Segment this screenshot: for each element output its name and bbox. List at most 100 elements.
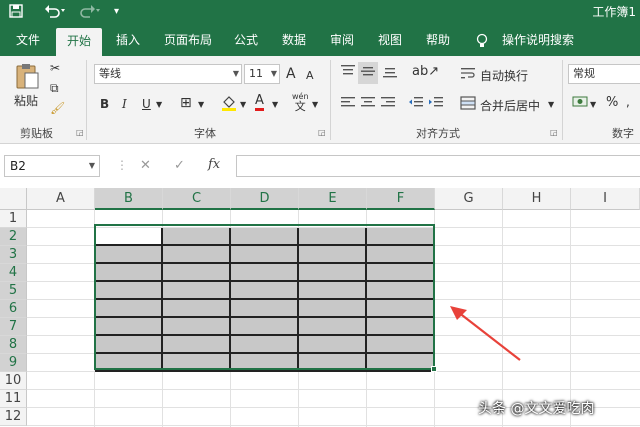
row-header-3[interactable]: 3 — [0, 246, 27, 264]
worksheet-grid[interactable]: A B C D E F G H I 1 2 3 4 5 6 7 8 9 10 1… — [0, 188, 640, 427]
column-header-e[interactable]: E — [299, 188, 367, 210]
enter-icon[interactable]: ✓ — [174, 158, 185, 173]
tab-formulas[interactable]: 公式 — [226, 24, 266, 56]
column-header-i[interactable]: I — [571, 188, 640, 210]
chevron-down-icon: ▼ — [88, 161, 95, 170]
format-painter-icon[interactable]: 🖌 — [50, 100, 65, 116]
row-header-8[interactable]: 8 — [0, 336, 27, 354]
chevron-down-icon[interactable]: ▼ — [198, 97, 204, 113]
chevron-down-icon[interactable]: ▼ — [272, 97, 278, 113]
column-header-b[interactable]: B — [95, 188, 163, 210]
group-divider — [562, 60, 563, 140]
formula-input[interactable] — [236, 155, 640, 177]
tell-me-search[interactable]: 操作说明搜索 — [498, 24, 578, 56]
comma-style-icon[interactable]: , — [626, 94, 630, 110]
font-size-combo[interactable]: 11 ▼ — [244, 64, 280, 84]
tab-insert[interactable]: 插入 — [108, 24, 148, 56]
orientation-icon[interactable]: ab↗ — [412, 64, 439, 80]
clipboard-launcher-icon[interactable]: ◲ — [76, 128, 84, 137]
font-launcher-icon[interactable]: ◲ — [318, 128, 326, 137]
undo-icon[interactable] — [44, 3, 66, 25]
phonetic-guide-icon[interactable]: wén 文 — [292, 92, 309, 113]
row-header-7[interactable]: 7 — [0, 318, 27, 336]
redo-icon[interactable] — [78, 3, 100, 25]
align-middle-icon[interactable] — [358, 62, 378, 84]
fill-handle[interactable] — [431, 366, 437, 372]
column-header-g[interactable]: G — [435, 188, 503, 210]
alignment-launcher-icon[interactable]: ◲ — [550, 128, 558, 137]
decrease-indent-icon[interactable] — [408, 96, 424, 114]
tab-page-layout[interactable]: 页面布局 — [158, 24, 218, 56]
chevron-down-icon[interactable]: ▼ — [240, 97, 246, 113]
merge-center-icon[interactable] — [460, 96, 476, 114]
tab-file[interactable]: 文件 — [6, 24, 50, 56]
underline-button[interactable]: U — [142, 96, 151, 112]
group-divider — [330, 60, 331, 140]
more-options-icon: ⋮ — [116, 158, 128, 172]
font-color-icon[interactable]: A — [255, 94, 264, 111]
clipboard-group-label: 剪贴板 — [20, 127, 53, 140]
tab-view[interactable]: 视图 — [370, 24, 410, 56]
borders-icon[interactable]: ⊞ — [180, 95, 192, 111]
row-header-10[interactable]: 10 — [0, 372, 27, 390]
lightbulb-icon[interactable] — [472, 24, 492, 56]
gridline — [570, 210, 571, 427]
column-header-a[interactable]: A — [27, 188, 95, 210]
row-header-9[interactable]: 9 — [0, 354, 27, 372]
insert-function-icon[interactable]: fx — [208, 157, 220, 172]
select-all-button[interactable] — [0, 188, 27, 210]
name-box-value: B2 — [10, 159, 26, 173]
row-header-4[interactable]: 4 — [0, 264, 27, 282]
row-header-12[interactable]: 12 — [0, 408, 27, 426]
align-bottom-icon[interactable] — [382, 64, 398, 82]
shrink-font-icon[interactable]: A — [306, 68, 314, 84]
font-name-combo[interactable]: 等线 ▼ — [94, 64, 242, 84]
tab-review[interactable]: 审阅 — [322, 24, 362, 56]
chevron-down-icon[interactable]: ▼ — [156, 97, 162, 113]
chevron-down-icon[interactable]: ▼ — [548, 97, 554, 113]
column-header-h[interactable]: H — [503, 188, 571, 210]
wrap-text-icon[interactable] — [460, 66, 476, 84]
column-header-d[interactable]: D — [231, 188, 299, 210]
gridline — [27, 425, 640, 426]
paste-icon[interactable] — [14, 62, 40, 90]
increase-indent-icon[interactable] — [428, 96, 444, 114]
grow-font-icon[interactable]: A — [286, 66, 296, 82]
align-top-icon[interactable] — [340, 64, 356, 82]
row-header-5[interactable]: 5 — [0, 282, 27, 300]
chevron-down-icon[interactable]: ▼ — [312, 97, 318, 113]
align-left-icon[interactable] — [340, 96, 356, 114]
fill-color-icon[interactable] — [220, 94, 238, 116]
gridline — [27, 389, 640, 390]
save-icon[interactable] — [8, 3, 24, 25]
row-header-2[interactable]: 2 — [0, 228, 27, 246]
accounting-format-icon[interactable] — [572, 94, 590, 114]
wrap-text-button[interactable]: 自动换行 — [480, 67, 528, 84]
tab-data[interactable]: 数据 — [274, 24, 314, 56]
copy-icon[interactable]: ⧉ — [50, 80, 59, 96]
tab-home[interactable]: 开始 — [56, 28, 102, 56]
column-header-c[interactable]: C — [163, 188, 231, 210]
cancel-icon[interactable]: ✕ — [140, 158, 151, 173]
tab-help[interactable]: 帮助 — [418, 24, 458, 56]
percent-style-button[interactable]: % — [606, 95, 618, 111]
row-header-11[interactable]: 11 — [0, 390, 27, 408]
font-name-value: 等线 — [99, 67, 121, 80]
bold-button[interactable]: B — [100, 96, 109, 112]
align-right-icon[interactable] — [380, 96, 396, 114]
cut-icon[interactable]: ✂ — [50, 60, 60, 76]
column-header-f[interactable]: F — [367, 188, 435, 210]
row-header-6[interactable]: 6 — [0, 300, 27, 318]
number-format-combo[interactable]: 常规 — [568, 64, 640, 84]
paste-button-label[interactable]: 粘贴 — [14, 92, 38, 109]
row-header-1[interactable]: 1 — [0, 210, 27, 228]
chevron-down-icon[interactable]: ▼ — [590, 97, 596, 113]
italic-button[interactable]: I — [122, 96, 127, 112]
red-arrow-annotation — [450, 306, 521, 361]
font-group-label: 字体 — [194, 127, 216, 140]
name-box[interactable]: B2 ▼ — [4, 155, 100, 177]
number-format-value: 常规 — [573, 67, 595, 80]
align-center-icon[interactable] — [360, 96, 376, 114]
customize-quick-access-icon[interactable]: ▾ — [114, 3, 119, 21]
merge-center-button[interactable]: 合并后居中 — [480, 97, 540, 114]
